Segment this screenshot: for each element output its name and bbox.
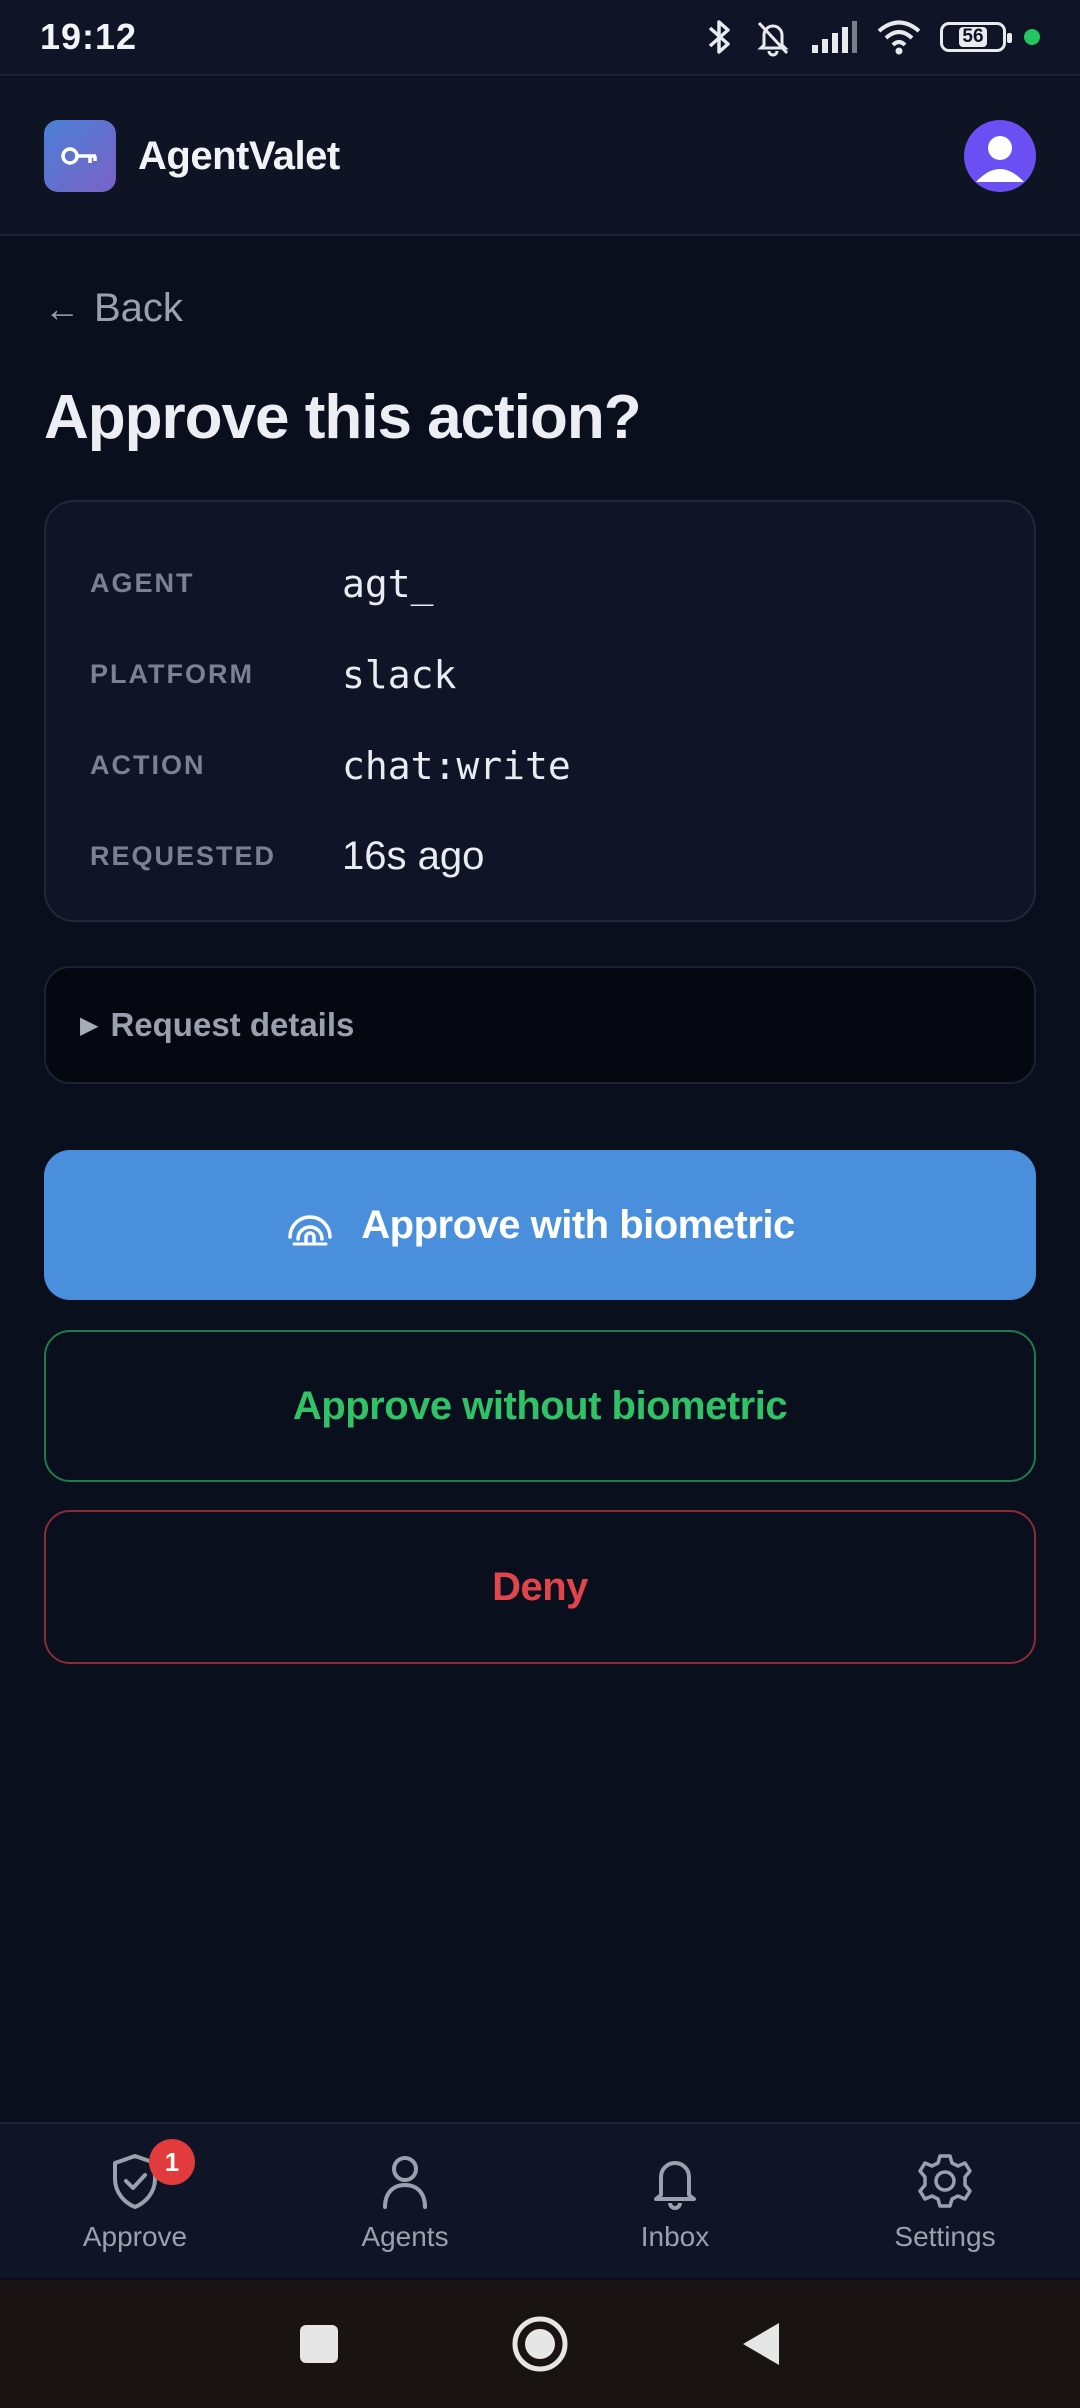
nav-item-settings[interactable]: Settings xyxy=(810,2124,1080,2278)
platform-value: slack xyxy=(342,652,457,697)
system-nav-bar xyxy=(0,2280,1080,2408)
nav-label: Settings xyxy=(894,2221,996,2252)
status-dot xyxy=(1024,29,1040,45)
person-icon xyxy=(373,2149,437,2213)
bluetooth-icon xyxy=(708,20,730,54)
gear-icon xyxy=(913,2149,977,2213)
battery-icon: 56 xyxy=(940,22,1012,52)
info-row-agent: AGENT agt_ xyxy=(90,538,990,629)
app-name: AgentValet xyxy=(138,133,340,178)
signal-icon xyxy=(812,21,857,53)
brand: AgentValet xyxy=(44,120,340,192)
back-arrow-icon: ← xyxy=(44,287,80,329)
approve-without-biometric-label: Approve without biometric xyxy=(292,1383,788,1428)
page-title: Approve this action? xyxy=(44,383,642,452)
info-label: REQUESTED xyxy=(90,841,277,871)
bell-muted-icon xyxy=(757,21,789,57)
request-info-card: AGENT agt_ PLATFORM slack ACTION chat:wr… xyxy=(44,500,1036,922)
nav-item-inbox[interactable]: Inbox xyxy=(540,2124,810,2278)
info-row-platform: PLATFORM slack xyxy=(90,629,990,720)
approve-without-biometric-button[interactable]: Approve without biometric xyxy=(44,1330,1036,1482)
info-row-action: ACTION chat:write xyxy=(90,720,990,811)
nav-label: Inbox xyxy=(640,2221,710,2252)
status-bar: 19:12 56 xyxy=(0,0,1080,76)
back-nav-icon[interactable] xyxy=(739,2320,783,2368)
status-time: 19:12 xyxy=(40,16,138,57)
approve-with-biometric-label: Approve with biometric xyxy=(361,1202,795,1247)
requested-value: 16s ago xyxy=(342,834,485,878)
app-header: AgentValet xyxy=(0,78,1080,236)
bell-icon xyxy=(643,2149,707,2213)
approve-with-biometric-button[interactable]: Approve with biometric xyxy=(44,1150,1036,1300)
request-details-toggle[interactable]: ▶ Request details xyxy=(44,966,1036,1084)
nav-label: Agents xyxy=(361,2221,449,2252)
wifi-icon xyxy=(877,20,921,55)
request-details-label: Request details xyxy=(110,1006,355,1043)
nav-item-approve[interactable]: 1 Approve xyxy=(0,2124,270,2278)
action-value: chat:write xyxy=(342,743,571,788)
notification-badge: 1 xyxy=(149,2139,195,2185)
back-label: Back xyxy=(94,286,183,330)
expand-triangle-icon: ▶ xyxy=(80,1011,99,1039)
shield-check-icon: 1 xyxy=(103,2139,195,2213)
key-icon xyxy=(44,120,116,192)
back-button[interactable]: ← Back xyxy=(44,286,183,331)
deny-label: Deny xyxy=(492,1564,588,1609)
avatar[interactable] xyxy=(964,120,1036,192)
nav-item-agents[interactable]: Agents xyxy=(270,2124,540,2278)
info-row-requested: REQUESTED 16s ago xyxy=(90,811,990,902)
nav-label: Approve xyxy=(82,2221,188,2252)
user-avatar-icon xyxy=(976,136,1024,182)
bottom-nav: 1 Approve Agents Inbox Settings xyxy=(0,2122,1080,2278)
home-icon[interactable] xyxy=(511,2315,569,2373)
info-label: ACTION xyxy=(90,750,206,780)
fingerprint-icon xyxy=(288,1215,332,1246)
status-icons: 56 xyxy=(704,17,1040,57)
info-label: PLATFORM xyxy=(90,659,254,689)
deny-button[interactable]: Deny xyxy=(44,1510,1036,1664)
info-label: AGENT xyxy=(90,568,195,598)
recents-icon[interactable] xyxy=(297,2322,341,2366)
battery-level: 56 xyxy=(959,27,987,47)
agent-value: agt_ xyxy=(342,561,434,606)
